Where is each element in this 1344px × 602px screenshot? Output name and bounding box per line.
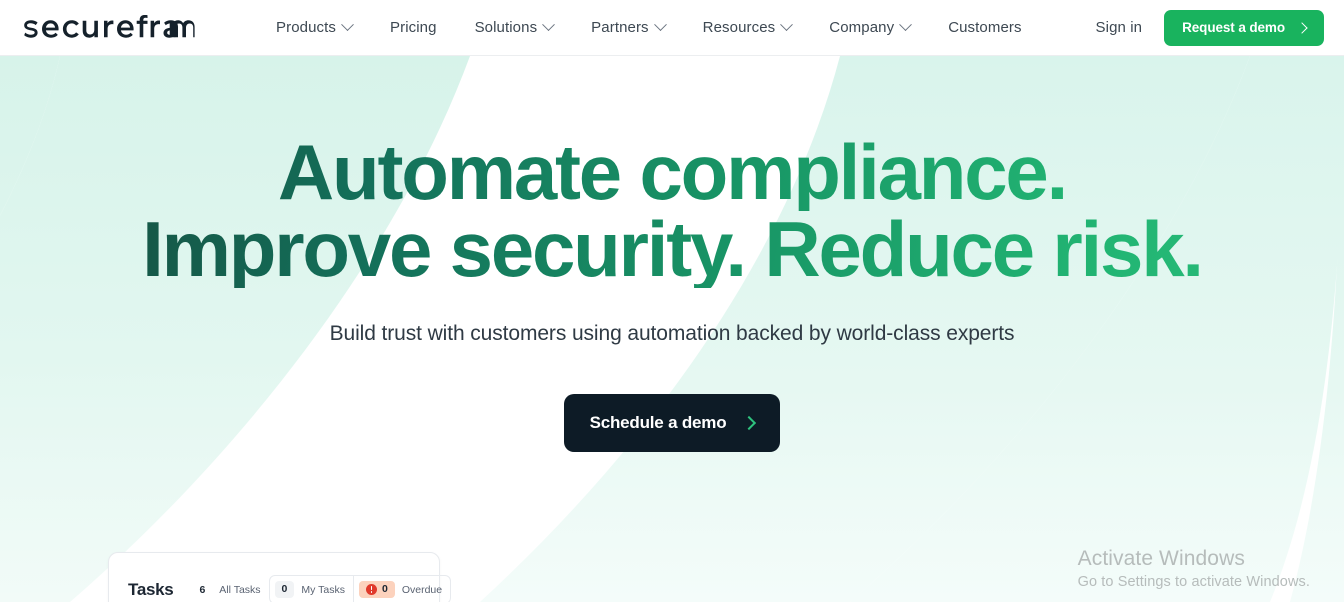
filter-all-tasks[interactable]: 6 All Tasks: [191, 580, 268, 600]
hero-headline-line-2: Improve security. Reduce risk.: [0, 210, 1344, 288]
site-header: Products Pricing Solutions Partners Reso…: [0, 0, 1344, 56]
my-tasks-count: 0: [274, 581, 295, 598]
tasks-card-row: Tasks 6 All Tasks 0 My Tasks 0 Overdue: [128, 571, 452, 602]
nav-label: Solutions: [474, 19, 538, 36]
watermark-title: Activate Windows: [1077, 547, 1245, 570]
sign-in-link[interactable]: Sign in: [1096, 19, 1143, 36]
schedule-demo-button[interactable]: Schedule a demo: [563, 394, 781, 452]
my-tasks-label: My Tasks: [301, 583, 345, 596]
nav-item-partners[interactable]: Partners: [572, 11, 684, 44]
nav-label: Resources: [702, 19, 776, 36]
chevron-right-icon: [742, 415, 757, 431]
request-demo-label: Request a demo: [1182, 20, 1285, 35]
nav-label: Customers: [948, 19, 1022, 36]
chevron-down-icon: [780, 18, 794, 32]
overdue-count: 0: [381, 583, 388, 596]
nav-label: Partners: [591, 19, 649, 36]
chevron-right-icon: [1296, 21, 1308, 34]
nav-item-solutions[interactable]: Solutions: [456, 11, 573, 44]
header-actions: Sign in Request a demo: [1096, 9, 1324, 46]
hero-cta-wrapper: Schedule a demo: [0, 394, 1344, 452]
schedule-demo-label: Schedule a demo: [589, 413, 727, 432]
request-demo-button[interactable]: Request a demo: [1164, 9, 1324, 46]
tasks-card-title: Tasks: [128, 579, 174, 599]
secureframe-logo[interactable]: [22, 14, 198, 41]
filter-overdue[interactable]: 0 Overdue: [353, 575, 452, 602]
all-tasks-label: All Tasks: [219, 583, 261, 596]
nav-item-pricing[interactable]: Pricing: [371, 11, 456, 44]
chevron-down-icon: [653, 18, 667, 32]
nav-item-resources[interactable]: Resources: [684, 11, 811, 44]
hero-content: Automate compliance. Improve security. R…: [0, 56, 1344, 602]
nav-item-products[interactable]: Products: [257, 11, 371, 44]
nav-label: Pricing: [390, 19, 437, 36]
nav-item-customers[interactable]: Customers: [929, 11, 1040, 44]
windows-activation-watermark: Activate Windows Go to Settings to activ…: [1078, 545, 1310, 592]
hero-subheadline: Build trust with customers using automat…: [329, 322, 1015, 345]
overdue-label: Overdue: [401, 583, 443, 596]
main-navigation: Products Pricing Solutions Partners Reso…: [257, 11, 1041, 44]
alert-circle-icon: [365, 584, 377, 595]
hero-headline-line-1: Automate compliance.: [0, 133, 1344, 211]
chevron-down-icon: [341, 18, 354, 32]
nav-label: Products: [276, 19, 336, 36]
tasks-card: Tasks 6 All Tasks 0 My Tasks 0 Overdue: [108, 552, 452, 602]
overdue-badge: 0: [358, 581, 395, 598]
tasks-filter-group: 6 All Tasks 0 My Tasks 0 Overdue: [191, 575, 452, 602]
all-tasks-count: 6: [199, 583, 206, 596]
chevron-down-icon: [899, 18, 913, 32]
hero-headline: Automate compliance. Improve security. R…: [0, 56, 1344, 288]
watermark-subtitle: Go to Settings to activate Windows.: [1077, 574, 1310, 590]
chevron-down-icon: [542, 18, 556, 32]
nav-item-company[interactable]: Company: [810, 11, 929, 44]
hero-section: Automate compliance. Improve security. R…: [0, 56, 1344, 602]
nav-label: Company: [829, 19, 895, 36]
filter-my-tasks[interactable]: 0 My Tasks: [268, 575, 354, 602]
